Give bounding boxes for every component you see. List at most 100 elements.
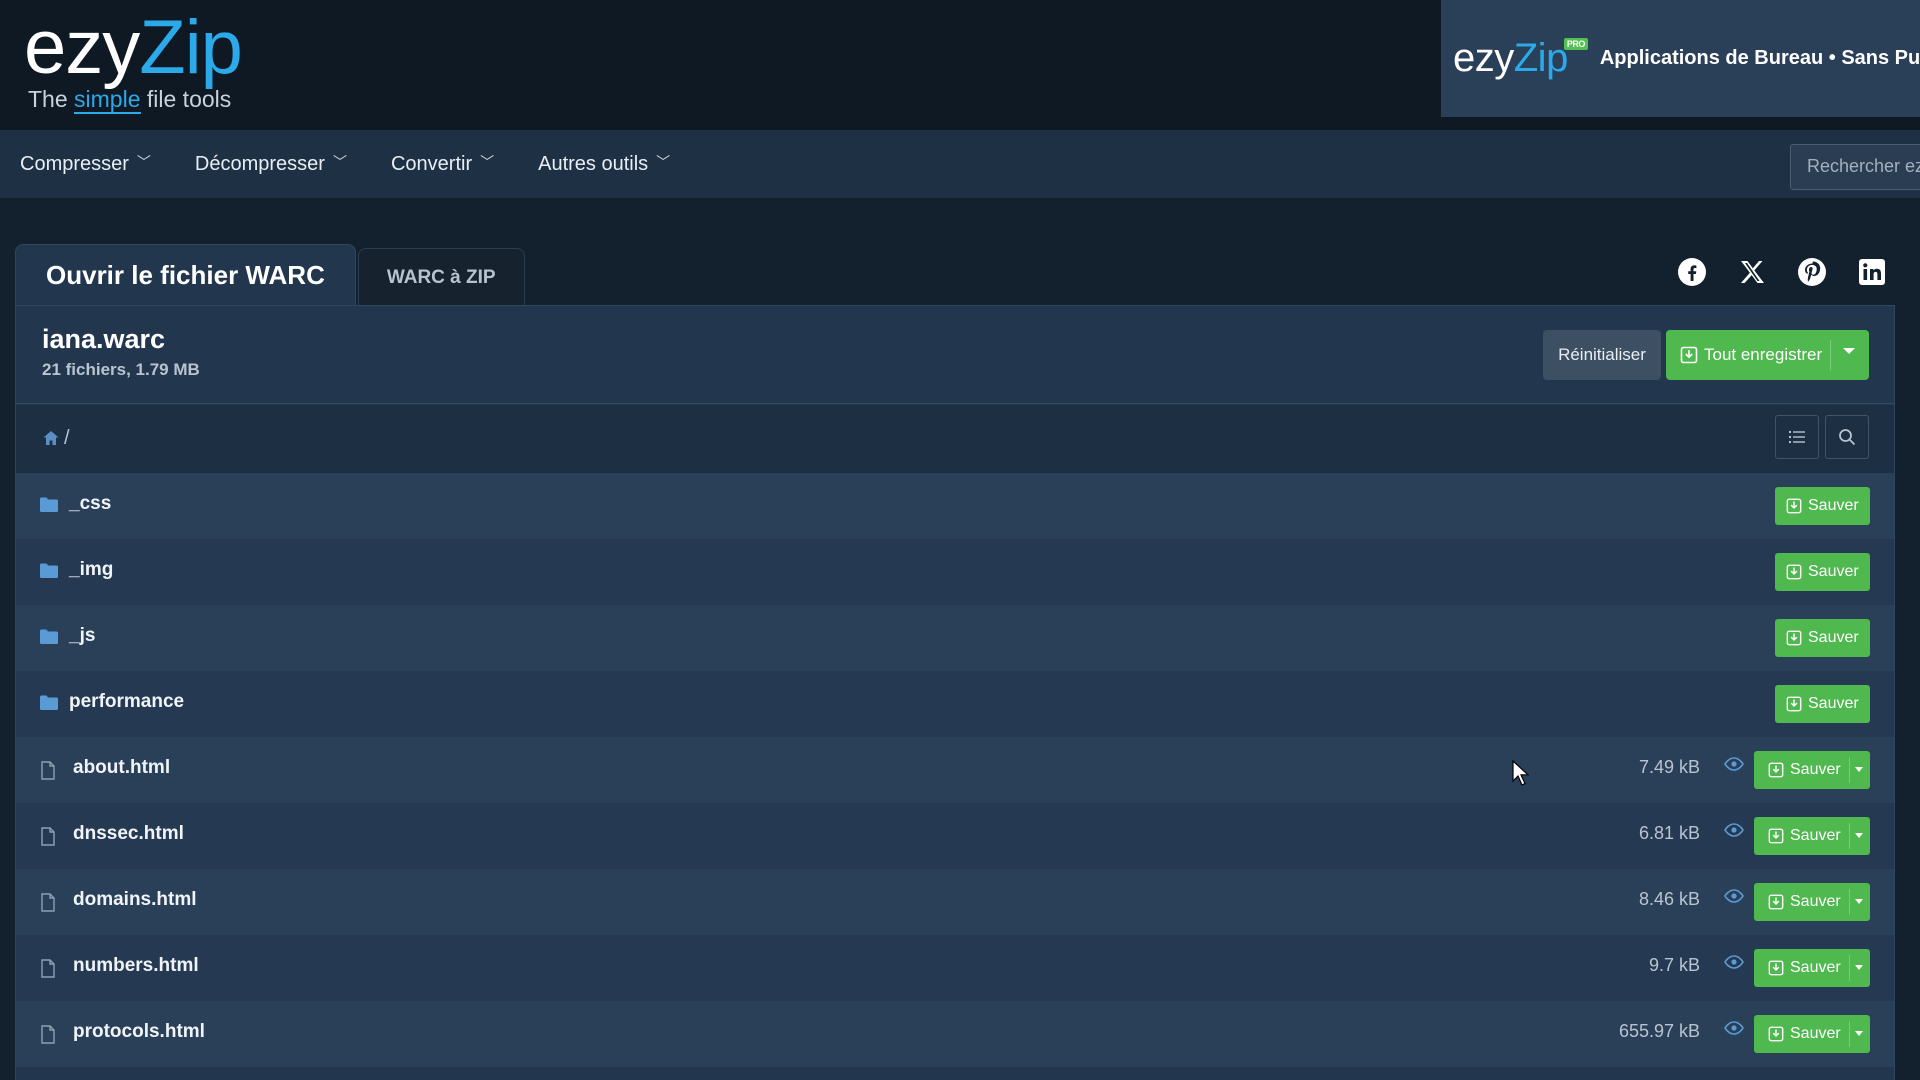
save-label: Sauver — [1808, 695, 1859, 712]
split-divider — [1849, 889, 1850, 915]
item-name[interactable]: _js — [69, 625, 95, 647]
save-icon — [1768, 762, 1784, 778]
nav-convertir[interactable]: Convertir ﹀ — [391, 153, 494, 176]
caret-down-icon[interactable] — [1855, 1031, 1863, 1036]
caret-down-icon[interactable] — [1855, 965, 1863, 970]
list-item[interactable]: _js Sauver — [16, 605, 1894, 671]
item-name[interactable]: _img — [69, 559, 113, 581]
mouse-cursor-icon — [1512, 759, 1530, 791]
promo-logo-accent: Zip — [1513, 36, 1569, 80]
chevron-down-icon: ﹀ — [480, 154, 495, 170]
reset-button[interactable]: Réinitialiser — [1543, 330, 1661, 380]
promo-text: Applications de Bureau • Sans Pub — [1599, 47, 1920, 69]
split-divider — [1849, 1021, 1850, 1047]
nav-compresser[interactable]: Compresser ﹀ — [20, 153, 151, 176]
file-icon — [40, 1025, 56, 1049]
logo-wordmark: ezyZip — [24, 5, 243, 90]
tagline-accent: simple — [74, 86, 141, 114]
linkedin-icon — [1859, 259, 1885, 285]
archive-header: iana.warc 21 fichiers, 1.79 MB Réinitial… — [16, 306, 1894, 404]
save-button[interactable]: Sauver — [1754, 949, 1870, 987]
item-name[interactable]: protocols.html — [73, 1021, 205, 1043]
file-size: 655.97 kB — [1618, 1021, 1700, 1041]
folder-icon — [40, 563, 58, 583]
list-item[interactable]: _img Sauver — [16, 539, 1894, 605]
save-icon — [1786, 696, 1802, 712]
breadcrumb: / — [16, 405, 1894, 473]
list-item[interactable]: performance Sauver — [16, 671, 1894, 737]
save-label: Sauver — [1790, 761, 1841, 778]
logo-text-main: ezy — [24, 5, 140, 90]
save-icon — [1768, 894, 1784, 910]
save-icon — [1786, 564, 1802, 580]
home-icon[interactable] — [42, 429, 60, 452]
folder-icon — [40, 497, 58, 517]
pro-promo-banner[interactable]: ezyZip PRO Applications de Bureau • Sans… — [1441, 0, 1920, 117]
ezyzip-logo[interactable]: ezyZip The simple file tools — [24, 5, 243, 114]
save-button[interactable]: Sauver — [1775, 619, 1870, 657]
archive-meta: 21 fichiers, 1.79 MB — [42, 360, 200, 379]
save-label: Sauver — [1790, 1025, 1841, 1042]
facebook-share-button[interactable] — [1670, 250, 1714, 294]
chevron-down-icon: ﹀ — [136, 154, 151, 170]
tab-warc-to-zip[interactable]: WARC à ZIP — [357, 248, 525, 306]
caret-down-icon[interactable] — [1843, 348, 1855, 354]
tab-open-warc[interactable]: Ouvrir le fichier WARC — [15, 244, 356, 306]
pinterest-share-button[interactable] — [1790, 250, 1834, 294]
file-list: _css Sauver _img Sauver _js Sauver perfo… — [16, 473, 1894, 1067]
facebook-icon — [1678, 258, 1706, 286]
folder-icon — [40, 695, 58, 715]
item-name[interactable]: domains.html — [73, 889, 197, 911]
list-item[interactable]: dnssec.html 6.81 kB Sauver — [16, 803, 1894, 869]
preview-eye-icon[interactable] — [1724, 757, 1744, 776]
preview-eye-icon[interactable] — [1724, 955, 1744, 974]
save-label: Sauver — [1790, 959, 1841, 976]
list-item[interactable]: numbers.html 9.7 kB Sauver — [16, 935, 1894, 1001]
save-icon — [1768, 1026, 1784, 1042]
item-name[interactable]: performance — [69, 691, 184, 713]
preview-eye-icon[interactable] — [1724, 889, 1744, 908]
list-item[interactable]: protocols.html 655.97 kB Sauver — [16, 1001, 1894, 1067]
main-nav: Compresser ﹀ Décompresser ﹀ Convertir ﹀ Aut… — [0, 130, 1920, 198]
item-name[interactable]: _css — [69, 493, 111, 515]
list-item[interactable]: domains.html 8.46 kB Sauver — [16, 869, 1894, 935]
item-name[interactable]: dnssec.html — [73, 823, 184, 845]
file-size: 8.46 kB — [1638, 889, 1700, 909]
breadcrumb-path: / — [64, 427, 70, 449]
item-name[interactable]: numbers.html — [73, 955, 199, 977]
chevron-down-icon: ﹀ — [332, 154, 347, 170]
save-button[interactable]: Sauver — [1754, 1015, 1870, 1053]
tagline-prefix: The — [28, 86, 75, 112]
save-button[interactable]: Sauver — [1775, 553, 1870, 591]
linkedin-share-button[interactable] — [1850, 250, 1894, 294]
caret-down-icon[interactable] — [1855, 899, 1863, 904]
file-size: 6.81 kB — [1638, 823, 1700, 843]
preview-eye-icon[interactable] — [1724, 1021, 1744, 1040]
save-button[interactable]: Sauver — [1775, 685, 1870, 723]
list-item[interactable]: about.html 7.49 kB Sauver — [16, 737, 1894, 803]
save-button[interactable]: Sauver — [1754, 817, 1870, 855]
save-button[interactable]: Sauver — [1754, 883, 1870, 921]
archive-panel: iana.warc 21 fichiers, 1.79 MB Réinitial… — [15, 305, 1895, 1080]
save-all-label: Tout enregistrer — [1704, 345, 1823, 364]
search-files-button[interactable] — [1825, 415, 1869, 459]
nav-decompresser[interactable]: Décompresser ﹀ — [195, 153, 347, 176]
save-label: Sauver — [1790, 827, 1841, 844]
save-icon — [1768, 828, 1784, 844]
caret-down-icon[interactable] — [1855, 833, 1863, 838]
split-divider — [1849, 955, 1850, 981]
caret-down-icon[interactable] — [1855, 767, 1863, 772]
list-item[interactable]: _css Sauver — [16, 473, 1894, 539]
nav-autres-outils[interactable]: Autres outils ﹀ — [538, 153, 670, 176]
x-share-button[interactable] — [1730, 250, 1774, 294]
item-name[interactable]: about.html — [73, 757, 170, 779]
save-button[interactable]: Sauver — [1775, 487, 1870, 525]
list-view-button[interactable] — [1775, 415, 1819, 459]
search-input[interactable]: Rechercher ez — [1790, 144, 1920, 190]
save-all-button[interactable]: Tout enregistrer — [1666, 330, 1869, 380]
list-icon — [1789, 431, 1805, 443]
promo-logo: ezyZip PRO — [1453, 36, 1588, 81]
split-divider — [1849, 757, 1850, 783]
save-button[interactable]: Sauver — [1754, 751, 1870, 789]
preview-eye-icon[interactable] — [1724, 823, 1744, 842]
